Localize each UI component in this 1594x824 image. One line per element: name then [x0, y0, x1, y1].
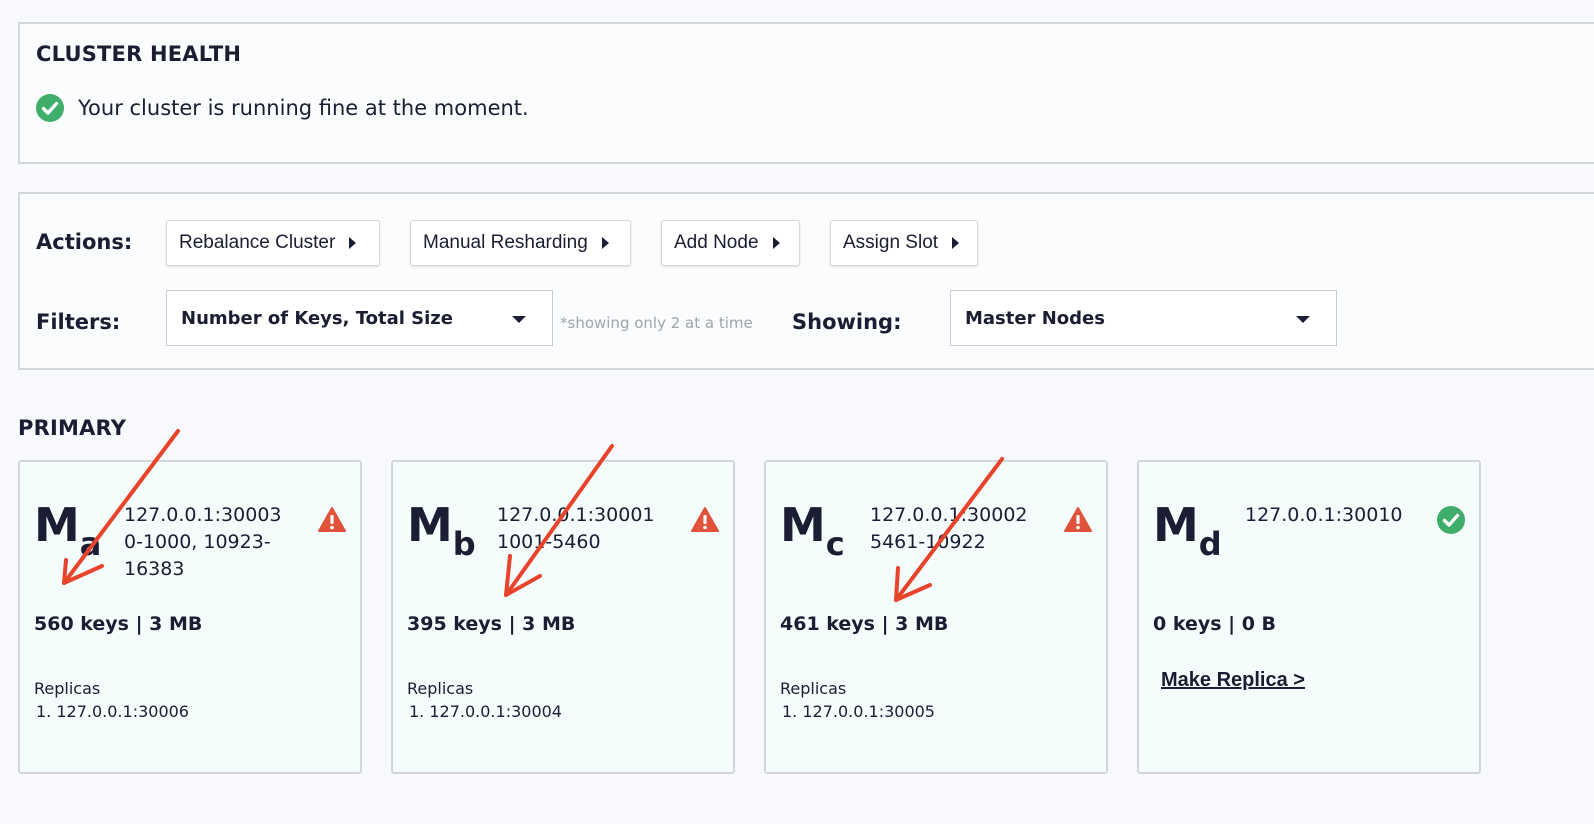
- warning-icon: [691, 507, 719, 532]
- node-stats: 395 keys | 3 MB: [407, 613, 576, 635]
- actions-label: Actions:: [36, 230, 133, 254]
- node-stats: 461 keys | 3 MB: [780, 613, 949, 635]
- assign-slot-label: Assign Slot: [843, 232, 939, 253]
- manual-resharding-label: Manual Resharding: [423, 232, 588, 253]
- node-stats: 0 keys | 0 B: [1153, 613, 1277, 635]
- assign-slot-button[interactable]: Assign Slot: [830, 220, 978, 266]
- node-card-d[interactable]: Md 127.0.0.1:30010 0 keys | 0 B Make Rep…: [1137, 460, 1481, 774]
- node-card-a[interactable]: Ma 127.0.0.1:30003 0-1000, 10923- 16383 …: [18, 460, 362, 774]
- showing-value: Master Nodes: [965, 307, 1105, 329]
- node-name: Mb: [407, 498, 476, 563]
- chevron-down-icon: [1296, 316, 1310, 323]
- showing-label: Showing:: [792, 310, 902, 334]
- make-replica-link[interactable]: Make Replica >: [1161, 669, 1305, 692]
- add-node-label: Add Node: [674, 232, 759, 253]
- replica-item: 1. 127.0.0.1:30004: [409, 702, 562, 721]
- add-node-button[interactable]: Add Node: [661, 220, 800, 266]
- node-name: Mc: [780, 498, 845, 563]
- replicas-label: Replicas: [407, 679, 474, 698]
- caret-right-icon: [601, 237, 609, 249]
- filters-label: Filters:: [36, 310, 121, 334]
- cluster-health-title: CLUSTER HEALTH: [36, 42, 242, 66]
- node-name: Md: [1153, 498, 1222, 563]
- node-stats: 560 keys | 3 MB: [34, 613, 203, 635]
- node-card-b[interactable]: Mb 127.0.0.1:30001 1001-5460 395 keys | …: [391, 460, 735, 774]
- warning-icon: [1064, 507, 1092, 532]
- caret-right-icon: [772, 237, 780, 249]
- filters-value: Number of Keys, Total Size: [181, 307, 453, 329]
- replica-item: 1. 127.0.0.1:30006: [36, 702, 189, 721]
- node-card-c[interactable]: Mc 127.0.0.1:30002 5461-10922 461 keys |…: [764, 460, 1108, 774]
- warning-icon: [318, 507, 346, 532]
- cluster-health-panel: CLUSTER HEALTH Your cluster is running f…: [18, 22, 1594, 164]
- node-name: Ma: [34, 498, 102, 563]
- check-circle-icon: [1437, 506, 1465, 534]
- caret-right-icon: [349, 237, 357, 249]
- rebalance-cluster-button[interactable]: Rebalance Cluster: [166, 220, 380, 266]
- node-address: 127.0.0.1:30002 5461-10922: [870, 504, 1028, 553]
- chevron-down-icon: [512, 316, 526, 323]
- filters-note: *showing only 2 at a time: [560, 314, 753, 332]
- health-status-row: Your cluster is running fine at the mome…: [36, 94, 529, 122]
- actions-panel: Actions: Rebalance Cluster Manual Reshar…: [18, 192, 1594, 370]
- manual-resharding-button[interactable]: Manual Resharding: [410, 220, 631, 266]
- replicas-label: Replicas: [34, 679, 101, 698]
- caret-right-icon: [952, 237, 960, 249]
- node-address: 127.0.0.1:30003 0-1000, 10923- 16383: [124, 504, 282, 580]
- filters-select[interactable]: Number of Keys, Total Size: [166, 290, 553, 346]
- check-circle-icon: [36, 94, 64, 122]
- health-message: Your cluster is running fine at the mome…: [78, 96, 529, 120]
- replica-item: 1. 127.0.0.1:30005: [782, 702, 935, 721]
- replicas-label: Replicas: [780, 679, 847, 698]
- rebalance-cluster-label: Rebalance Cluster: [179, 232, 336, 253]
- node-address: 127.0.0.1:30001 1001-5460: [497, 504, 655, 553]
- section-title-primary: PRIMARY: [18, 416, 127, 440]
- node-address: 127.0.0.1:30010: [1245, 504, 1403, 526]
- showing-select[interactable]: Master Nodes: [950, 290, 1337, 346]
